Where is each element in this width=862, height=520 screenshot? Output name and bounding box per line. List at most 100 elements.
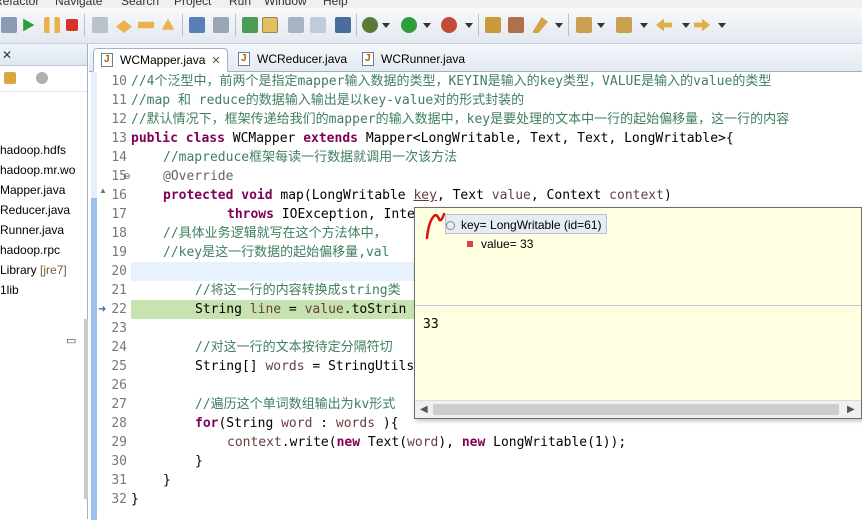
editor-tabs: WCMapper.java ✕ WCReducer.java WCRunner.j… [89, 44, 862, 72]
debug-dropdown-icon[interactable] [382, 23, 390, 28]
tree-item-hadoop-mr-wo[interactable]: hadoop.mr.wo [0, 160, 88, 180]
line-number: 28 [111, 416, 127, 431]
tab-label: WCReducer.java [257, 52, 348, 66]
close-icon[interactable]: ✕ [2, 48, 12, 62]
scrollbar-thumb[interactable] [433, 404, 839, 415]
forward-icon[interactable] [694, 18, 710, 32]
next-annotation-icon[interactable] [576, 17, 592, 33]
menu-project[interactable]: Project [174, 0, 211, 8]
step-over-icon[interactable] [138, 21, 154, 29]
suspend-icon[interactable] [44, 17, 60, 33]
scroll-left-icon[interactable]: ◀ [420, 404, 428, 415]
variable-inspect-popup[interactable]: key= LongWritable (id=61) value= 33 33 ◀… [414, 207, 862, 419]
variable-value-row[interactable]: value= 33 [467, 234, 533, 254]
previous-annotation-dropdown-icon[interactable] [640, 23, 648, 28]
new-package-icon[interactable] [508, 17, 524, 33]
show-whitespace-icon[interactable] [288, 17, 304, 33]
step-into-icon[interactable] [1, 17, 17, 33]
code-line-16: protected void map(LongWritable key, Tex… [163, 186, 862, 205]
external-tools-icon[interactable] [441, 17, 457, 33]
external-tools-dropdown-icon[interactable] [465, 23, 473, 28]
menu-refactor[interactable]: Refactor [0, 0, 39, 8]
disconnect-icon[interactable] [92, 17, 108, 33]
code-text: .write( [281, 435, 337, 450]
open-type-icon[interactable] [242, 17, 258, 33]
tab-wcreducer[interactable]: WCReducer.java [231, 48, 355, 72]
param-key[interactable]: key [413, 188, 436, 203]
tab-label: WCMapper.java [120, 53, 206, 67]
skip-breakpoints-icon[interactable] [335, 17, 351, 33]
fold-toggle-icon[interactable]: ⊖ [123, 171, 131, 182]
tab-wcrunner[interactable]: WCRunner.java [355, 48, 475, 72]
link-with-editor-icon[interactable] [4, 72, 16, 84]
code-text: } [195, 454, 203, 469]
line-number: 10 [111, 74, 127, 89]
menu-help[interactable]: Help [323, 0, 348, 8]
tree-item-wcmapper[interactable]: Mapper.java [0, 180, 88, 200]
tree-item-label: Library [0, 263, 37, 277]
close-tab-icon[interactable]: ✕ [211, 50, 220, 72]
scrollbar[interactable] [84, 319, 88, 499]
override-marker-icon: ▲ [99, 186, 107, 195]
minimize-icon[interactable]: ▭ [66, 334, 76, 347]
horizontal-scrollbar[interactable]: ◀ ▶ [415, 400, 861, 418]
new-class-icon[interactable] [532, 17, 548, 33]
new-java-project-icon[interactable] [485, 17, 501, 33]
toggle-block-selection-icon[interactable] [310, 17, 326, 33]
line-number: 32 [111, 492, 127, 507]
tab-wcmapper[interactable]: WCMapper.java ✕ [93, 48, 228, 72]
drop-to-frame-icon[interactable] [189, 17, 205, 33]
step-into-arrow-icon[interactable] [116, 20, 132, 33]
keyword: throws [227, 207, 274, 222]
line-number: 29 [111, 435, 127, 450]
step-return-icon[interactable] [161, 18, 175, 30]
tree-item-wcreducer[interactable]: Reducer.java [0, 200, 88, 220]
toggle-mark-occurrences-icon[interactable] [262, 17, 278, 33]
back-icon[interactable] [656, 18, 672, 32]
code-text: String[] [195, 359, 266, 374]
menu-run[interactable]: Run [229, 0, 251, 8]
next-annotation-dropdown-icon[interactable] [597, 23, 605, 28]
scroll-right-icon[interactable]: ▶ [847, 404, 855, 415]
collapse-node-icon[interactable] [446, 221, 455, 230]
code-line-11: //map 和 reduce的数据输入输出是以key-value对的形式封装的 [131, 91, 862, 110]
local-words: words [335, 416, 376, 431]
comment-text: //对这一行的文本按待定分隔符切 [195, 340, 393, 355]
resume-icon[interactable] [23, 18, 35, 32]
menu-search[interactable]: Search [121, 0, 159, 8]
variable-key-row[interactable]: key= LongWritable (id=61) [445, 214, 607, 234]
back-dropdown-icon[interactable] [682, 23, 690, 28]
tree-item-hadoop-hdfs[interactable]: hadoop.hdfs [0, 140, 88, 160]
variable-detail-pane[interactable]: 33 [415, 307, 861, 400]
tree-item-hadoop-rpc[interactable]: hadoop.rpc [0, 240, 88, 260]
line-number: 18 [111, 226, 127, 241]
previous-annotation-icon[interactable] [616, 17, 632, 33]
annotation: @Override [163, 169, 234, 184]
forward-dropdown-icon[interactable] [718, 23, 726, 28]
collapse-all-icon[interactable] [36, 72, 48, 84]
debug-icon[interactable] [362, 17, 378, 33]
param-context[interactable]: context [609, 188, 664, 203]
line-number: 24 [111, 340, 127, 355]
menu-window[interactable]: Window [264, 0, 307, 8]
tree-item-lib[interactable]: 1lib [0, 280, 88, 300]
red-annotation-mark [425, 212, 446, 240]
menu-navigate[interactable]: Navigate [55, 0, 102, 8]
keyword: protected void [163, 188, 273, 203]
line-number: 20 [111, 264, 127, 279]
tree-item-wcrunner[interactable]: Runner.java [0, 220, 88, 240]
line-number-gutter: 10 11 12 13 14 15 16 17 18 19 20 21 22 2… [97, 72, 131, 519]
code-line-14: //mapreduce框架每读一行数据就调用一次该方法 [163, 148, 862, 167]
run-dropdown-icon[interactable] [423, 23, 431, 28]
tree-item-jre-library[interactable]: Library [jre7] [0, 260, 88, 280]
new-class-dropdown-icon[interactable] [555, 23, 563, 28]
quick-diff-ruler [89, 72, 97, 520]
code-text: toStrin [351, 302, 407, 317]
use-step-filters-icon[interactable] [213, 17, 229, 33]
terminate-icon[interactable] [66, 19, 78, 31]
code-text: . [343, 302, 352, 317]
tab-label: WCRunner.java [381, 52, 466, 66]
run-icon[interactable] [401, 17, 417, 33]
local-line: line [249, 302, 282, 317]
param-value[interactable]: value [492, 188, 531, 203]
